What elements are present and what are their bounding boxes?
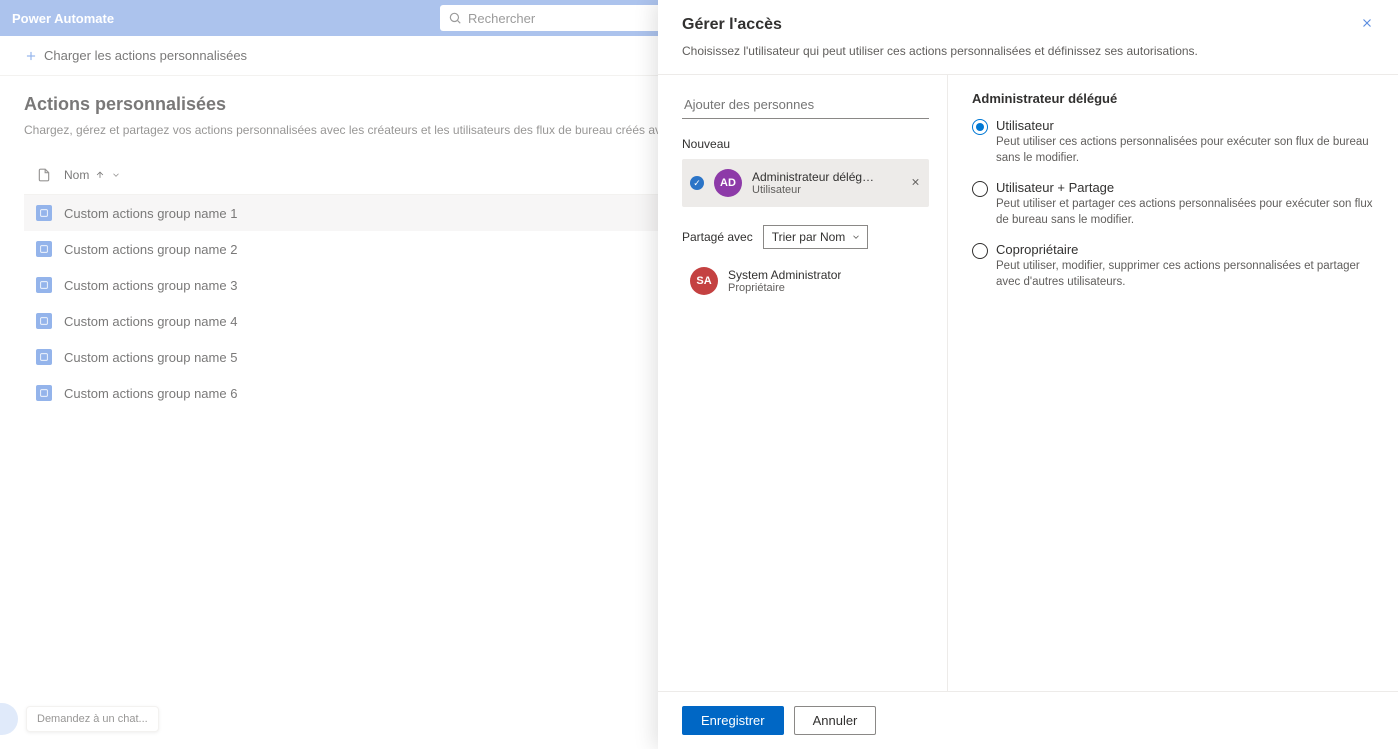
role-option-desc: Peut utiliser, modifier, supprimer ces a… [996, 259, 1374, 290]
radio-icon [972, 181, 988, 197]
role-title: Administrateur délégué [972, 91, 1374, 106]
owner-name: System Administrator [728, 268, 841, 282]
role-option[interactable]: Copropriétaire Peut utiliser, modifier, s… [972, 242, 1374, 290]
close-panel-button[interactable] [1360, 16, 1374, 33]
role-option-label: Utilisateur [996, 118, 1374, 133]
role-option-desc: Peut utiliser ces actions personnalisées… [996, 135, 1374, 166]
person-avatar: AD [714, 169, 742, 197]
owner-item[interactable]: SA System Administrator Propriétaire [682, 259, 929, 303]
panel-title: Gérer l'accès [682, 16, 782, 34]
panel-left: Nouveau ✓ AD Administrateur délég… Utili… [658, 75, 948, 691]
role-option-label: Utilisateur + Partage [996, 180, 1374, 195]
new-person-item[interactable]: ✓ AD Administrateur délég… Utilisateur [682, 159, 929, 207]
sort-dropdown[interactable]: Trier par Nom [763, 225, 869, 249]
cancel-button[interactable]: Annuler [794, 706, 877, 735]
person-avatar: SA [690, 267, 718, 295]
add-people-input[interactable] [682, 91, 929, 119]
person-name: Administrateur délég… [752, 170, 874, 184]
role-option-desc: Peut utiliser et partager ces actions pe… [996, 197, 1374, 228]
shared-with-label: Partagé avec [682, 230, 753, 244]
owner-role: Propriétaire [728, 282, 841, 294]
panel-right: Administrateur délégué Utilisateur Peut u… [948, 75, 1398, 691]
radio-icon [972, 119, 988, 135]
role-option-label: Copropriétaire [996, 242, 1374, 257]
save-button[interactable]: Enregistrer [682, 706, 784, 735]
manage-access-panel: Gérer l'accès Choisissez l'utilisateur q… [658, 0, 1398, 749]
close-icon [910, 177, 921, 188]
chevron-down-icon [851, 232, 861, 242]
close-icon [1360, 16, 1374, 30]
radio-icon [972, 243, 988, 259]
person-role: Utilisateur [752, 184, 874, 196]
role-option[interactable]: Utilisateur + Partage Peut utiliser et pa… [972, 180, 1374, 228]
check-icon: ✓ [690, 176, 704, 190]
panel-subtitle: Choisissez l'utilisateur qui peut utilis… [658, 44, 1398, 74]
new-section-label: Nouveau [682, 137, 929, 151]
role-option[interactable]: Utilisateur Peut utiliser ces actions per… [972, 118, 1374, 166]
remove-person-button[interactable] [910, 176, 921, 191]
